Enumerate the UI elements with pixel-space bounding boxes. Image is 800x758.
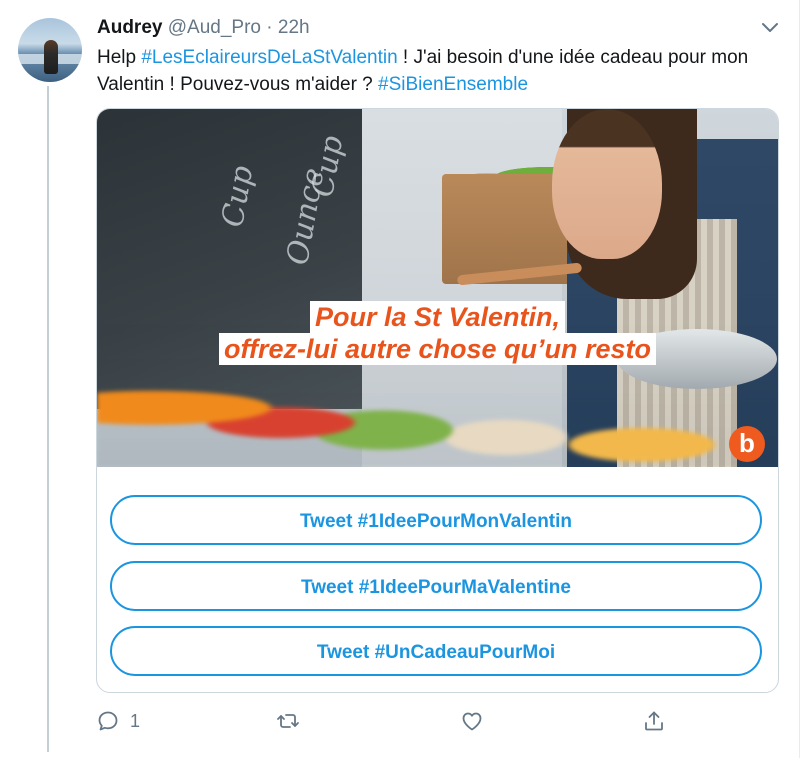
like-button[interactable] xyxy=(460,708,484,734)
poll-card: Cup Ounce Cup Pour la St Valentin, offre… xyxy=(96,108,779,693)
share-button[interactable] xyxy=(642,708,666,734)
reply-button[interactable]: 1 xyxy=(96,708,140,734)
hashtag-link[interactable]: #LesEclaireursDeLaStValentin xyxy=(141,47,397,68)
banner-caption: Pour la St Valentin, offrez-lui autre ch… xyxy=(97,301,778,365)
card-buttons: Tweet #1IdeePourMonValentin Tweet #1Idee… xyxy=(97,467,778,692)
like-icon xyxy=(462,712,482,731)
reply-count: 1 xyxy=(130,710,141,731)
tweet-actions: 1 xyxy=(96,708,776,734)
author-name[interactable]: Audrey xyxy=(97,17,162,38)
brand-logo: b xyxy=(729,426,765,462)
reply-icon xyxy=(98,711,118,731)
tweet-option-button[interactable]: Tweet #1IdeePourMaValentine xyxy=(110,561,762,611)
thread-line xyxy=(47,86,49,752)
tweet-header: Audrey @Aud_Pro · 22h xyxy=(97,16,310,40)
author-handle[interactable]: @Aud_Pro xyxy=(168,17,261,38)
chevron-down-icon[interactable] xyxy=(760,20,780,34)
avatar[interactable] xyxy=(18,18,82,82)
retweet-icon xyxy=(277,714,299,728)
share-icon xyxy=(645,711,663,731)
banner-line-2: offrez-lui autre chose qu’un resto xyxy=(218,333,657,365)
banner-line-1: Pour la St Valentin, xyxy=(309,301,566,333)
card-image[interactable]: Cup Ounce Cup Pour la St Valentin, offre… xyxy=(97,109,778,467)
tweet-option-button[interactable]: Tweet #UnCadeauPourMoi xyxy=(110,626,762,676)
tweet-text: Help #LesEclaireursDeLaStValentin ! J'ai… xyxy=(97,47,749,95)
separator: · xyxy=(266,17,273,38)
tweet-option-button[interactable]: Tweet #1IdeePourMonValentin xyxy=(110,495,762,545)
timestamp[interactable]: 22h xyxy=(278,17,310,38)
retweet-button[interactable] xyxy=(276,708,300,734)
hashtag-link[interactable]: #SiBienEnsemble xyxy=(378,74,528,95)
